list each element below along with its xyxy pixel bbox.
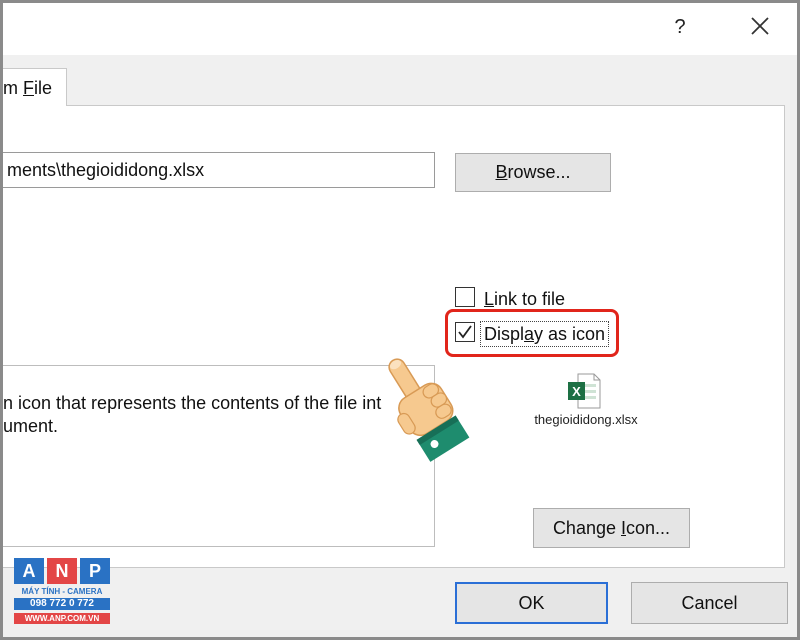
anp-watermark-logo: A N P MÁY TÍNH - CAMERA 098 772 0 772 WW… <box>14 558 110 628</box>
pointing-hand-icon <box>370 352 474 462</box>
cancel-button[interactable]: Cancel <box>631 582 788 624</box>
logo-tagline: MÁY TÍNH - CAMERA <box>21 587 103 596</box>
close-button[interactable] <box>746 12 774 40</box>
logo-letter-n: N <box>47 558 77 584</box>
logo-phone: 098 772 0 772 <box>14 598 110 610</box>
icon-preview-caption: thegioididong.xlsx <box>534 412 638 427</box>
excel-file-icon: X <box>566 372 602 410</box>
logo-website: WWW.ANP.COM.VN <box>14 613 110 624</box>
logo-letter-p: P <box>80 558 110 584</box>
browse-button[interactable]: Browse... <box>455 153 611 192</box>
result-line-2: ument. <box>3 416 59 436</box>
link-to-file-label: Link to file <box>484 289 566 309</box>
file-path-input[interactable]: ments\thegioididong.xlsx <box>3 152 435 188</box>
result-description-text: n icon that represents the contents of t… <box>3 392 428 438</box>
logo-tiles: A N P <box>14 558 110 584</box>
highlight-annotation <box>445 309 619 357</box>
ok-button[interactable]: OK <box>455 582 608 624</box>
logo-letter-a: A <box>14 558 44 584</box>
result-line-1: n icon that represents the contents of t… <box>3 393 382 413</box>
svg-text:X: X <box>572 384 581 399</box>
close-icon <box>751 17 769 35</box>
link-to-file-checkbox[interactable] <box>455 287 475 307</box>
change-icon-button[interactable]: Change Icon... <box>533 508 690 548</box>
help-button[interactable]: ? <box>668 14 692 40</box>
tab-create-from-file[interactable]: m File <box>3 68 67 106</box>
tab-label: m File <box>3 78 53 98</box>
